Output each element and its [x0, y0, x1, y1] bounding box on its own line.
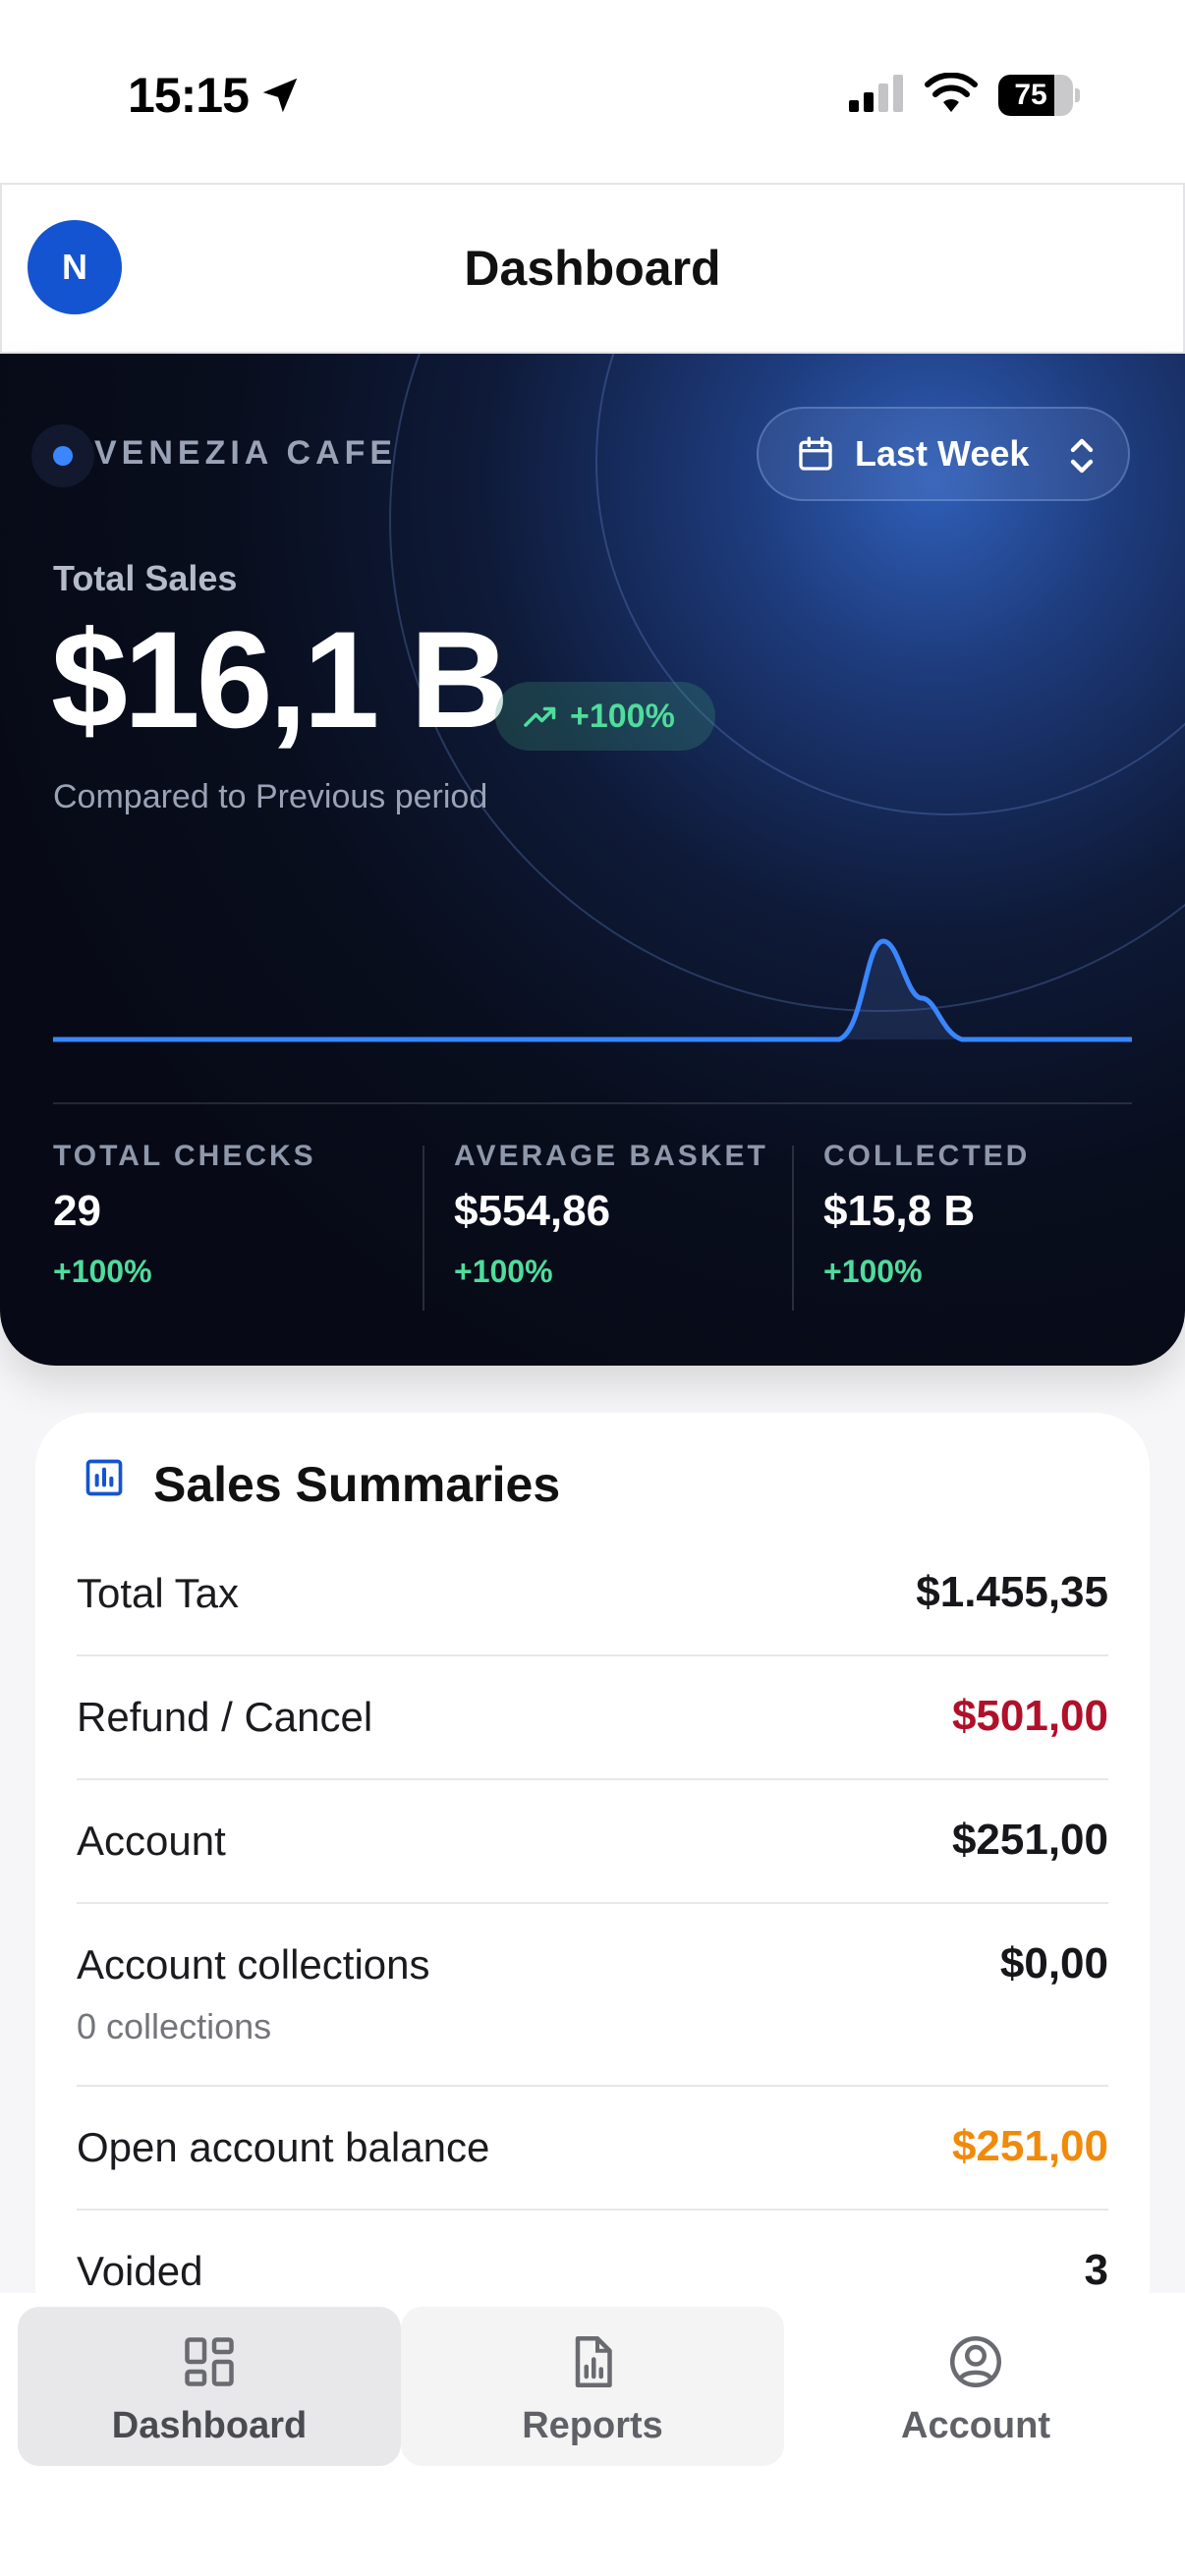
stat-value: 29: [53, 1187, 101, 1235]
status-time: 15:15: [128, 68, 250, 123]
sales-summaries-card: Sales Summaries Total Tax $1.455,35 Refu…: [35, 1413, 1150, 2395]
location-status-dot: [31, 424, 94, 487]
stat-collected: COLLECTED $15,8 B +100%: [823, 1140, 1030, 1307]
total-sales-value: $16,1 B: [51, 602, 509, 756]
trend-value: +100%: [570, 698, 675, 735]
stat-value: $15,8 B: [823, 1187, 976, 1235]
summary-row-account-collections[interactable]: Account collections 0 collections $0,00: [77, 1904, 1108, 2087]
cellular-signal-icon: [849, 75, 903, 112]
avatar[interactable]: N: [28, 220, 122, 314]
row-label: Account: [77, 1818, 226, 1864]
calendar-icon: [799, 436, 832, 471]
wifi-icon: [925, 73, 978, 112]
row-value: $251,00: [951, 2122, 1108, 2170]
stat-total-checks: TOTAL CHECKS 29 +100%: [53, 1140, 316, 1307]
summary-row-total-tax[interactable]: Total Tax $1.455,35: [77, 1533, 1108, 1656]
card-title: Sales Summaries: [153, 1457, 561, 1512]
summary-row-open-account-balance[interactable]: Open account balance $251,00: [77, 2087, 1108, 2211]
stat-change: +100%: [823, 1254, 923, 1289]
divider: [792, 1146, 794, 1311]
row-value: $1.455,35: [916, 1568, 1108, 1616]
row-label: Total Tax: [77, 1570, 239, 1616]
row-sublabel: 0 collections: [77, 2006, 272, 2046]
trend-badge: +100%: [495, 682, 715, 751]
tab-dashboard[interactable]: Dashboard: [18, 2307, 401, 2466]
divider: [423, 1146, 424, 1311]
stat-change: +100%: [53, 1254, 152, 1289]
row-value: $0,00: [999, 1939, 1108, 1988]
stat-value: $554,86: [454, 1187, 611, 1235]
summary-row-account[interactable]: Account $251,00: [77, 1780, 1108, 1904]
account-icon: [950, 2336, 1001, 2387]
page-title: Dashboard: [464, 241, 721, 296]
tab-label: Reports: [522, 2405, 663, 2446]
status-bar: 15:15 75: [0, 0, 1185, 183]
tab-label: Account: [901, 2405, 1050, 2446]
stat-average-basket: AVERAGE BASKET $554,86 +100%: [454, 1140, 768, 1307]
row-value: 3: [1084, 2246, 1108, 2294]
comparison-caption: Compared to Previous period: [53, 778, 488, 815]
trending-up-icon: [524, 706, 556, 727]
dashboard-icon: [185, 2337, 234, 2386]
sales-hero-card: VENEZIA CAFE Last Week Total Sales $16,1…: [0, 354, 1185, 1366]
row-label: Refund / Cancel: [77, 1694, 373, 1740]
battery-icon: 75: [998, 75, 1080, 116]
cafe-name: VENEZIA CAFE: [94, 434, 398, 472]
row-value: $501,00: [951, 1692, 1108, 1740]
stat-label: COLLECTED: [823, 1140, 1031, 1172]
bottom-tab-bar: Dashboard Reports Account: [0, 2293, 1185, 2576]
location-arrow-icon: [262, 78, 298, 113]
bar-chart-icon: [85, 1459, 123, 1496]
total-sales-label: Total Sales: [53, 558, 238, 598]
stat-label: TOTAL CHECKS: [53, 1140, 316, 1172]
summary-row-refund-cancel[interactable]: Refund / Cancel $501,00: [77, 1656, 1108, 1780]
period-selector[interactable]: Last Week: [757, 407, 1130, 501]
divider: [53, 1102, 1132, 1104]
row-label: Open account balance: [77, 2124, 490, 2170]
row-value: $251,00: [951, 1816, 1108, 1864]
sales-sparkline-chart: [53, 938, 1132, 1042]
battery-level: 75: [1014, 79, 1047, 111]
tab-reports[interactable]: Reports: [401, 2307, 784, 2466]
tab-label: Dashboard: [111, 2405, 308, 2446]
stat-change: +100%: [454, 1254, 553, 1289]
app-header: Dashboard N: [0, 183, 1185, 354]
row-label: Account collections: [77, 1941, 430, 1988]
sparkline-area: [53, 941, 1132, 1039]
reports-icon: [575, 2336, 612, 2387]
tab-account[interactable]: Account: [784, 2307, 1167, 2466]
chevron-up-down-icon: [1070, 438, 1094, 474]
stat-label: AVERAGE BASKET: [454, 1140, 768, 1172]
period-label: Last Week: [855, 433, 1030, 474]
sparkline-line: [53, 938, 1132, 1042]
row-label: Voided: [77, 2248, 203, 2294]
